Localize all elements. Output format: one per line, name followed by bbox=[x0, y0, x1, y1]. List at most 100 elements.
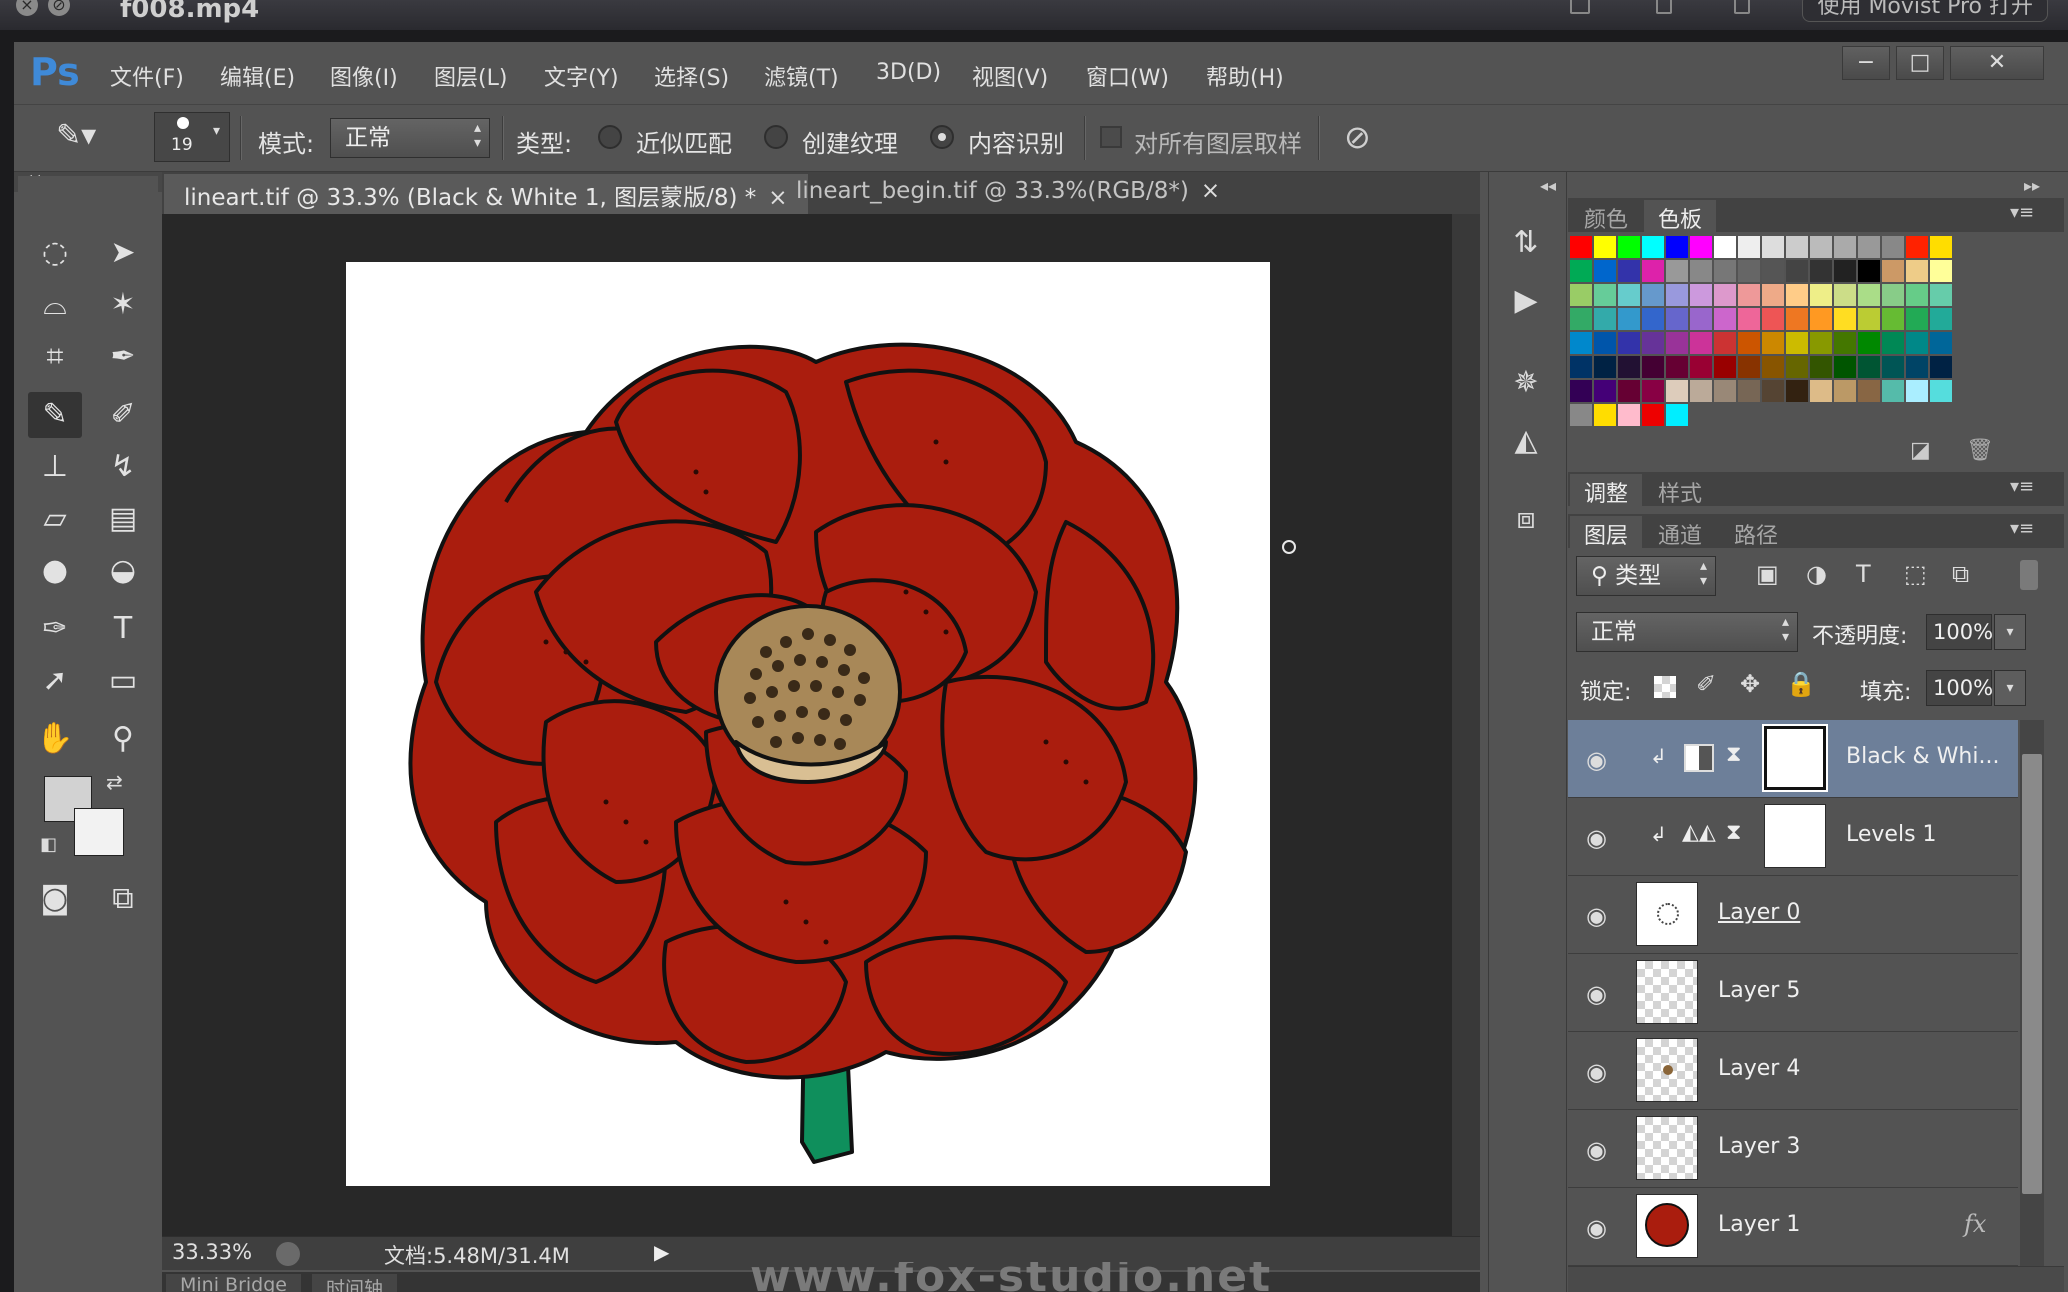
document-canvas[interactable] bbox=[346, 262, 1270, 1186]
rectangle-tool-icon[interactable]: ▭ bbox=[96, 658, 150, 704]
color-swatch[interactable] bbox=[1810, 356, 1832, 378]
pen-tool-icon[interactable]: ✑ bbox=[28, 606, 82, 652]
color-swatch[interactable] bbox=[1834, 332, 1856, 354]
color-swatch[interactable] bbox=[1738, 260, 1760, 282]
layer-row-layer-3[interactable]: ◉ Layer 3 bbox=[1568, 1110, 2018, 1188]
radio-proximity[interactable] bbox=[598, 125, 622, 149]
color-swatch[interactable] bbox=[1906, 356, 1928, 378]
sample-all-checkbox[interactable] bbox=[1100, 126, 1122, 148]
color-swatch[interactable] bbox=[1666, 380, 1688, 402]
trash-icon[interactable]: 🗑 bbox=[1966, 438, 1994, 463]
color-swatch[interactable] bbox=[1906, 308, 1928, 330]
color-swatch[interactable] bbox=[1834, 356, 1856, 378]
color-swatch[interactable] bbox=[1786, 356, 1808, 378]
layer-mask-thumbnail[interactable] bbox=[1764, 804, 1826, 868]
color-swatch[interactable] bbox=[1858, 284, 1880, 306]
brush-picker[interactable]: 19 ▾ bbox=[154, 112, 230, 162]
color-swatch[interactable] bbox=[1642, 356, 1664, 378]
screen-mode-icon[interactable]: ⧉ bbox=[96, 876, 150, 922]
color-swatch[interactable] bbox=[1882, 332, 1904, 354]
color-swatch[interactable] bbox=[1642, 284, 1664, 306]
clone-stamp-icon[interactable]: ⊥ bbox=[28, 444, 82, 490]
menu-filter[interactable]: 滤镜(T) bbox=[764, 60, 839, 92]
color-swatch[interactable] bbox=[1930, 380, 1952, 402]
blend-mode-select[interactable]: 正常 ▴ ▾ bbox=[1576, 612, 1798, 652]
color-swatch[interactable] bbox=[1834, 236, 1856, 258]
color-swatch[interactable] bbox=[1594, 308, 1616, 330]
color-swatch[interactable] bbox=[1690, 332, 1712, 354]
color-swatch[interactable] bbox=[1810, 332, 1832, 354]
layer-thumbnail[interactable] bbox=[1636, 1116, 1698, 1180]
panel-menu-icon[interactable]: ▾≡ bbox=[2010, 518, 2034, 539]
tab-lineart-begin[interactable]: lineart_begin.tif @ 33.3%(RGB/8*) × bbox=[776, 174, 1240, 214]
color-swatch[interactable] bbox=[1906, 380, 1928, 402]
layer-mask-thumbnail[interactable] bbox=[1762, 724, 1828, 792]
color-swatch[interactable] bbox=[1930, 284, 1952, 306]
menu-window[interactable]: 窗口(W) bbox=[1086, 60, 1169, 92]
opacity-input[interactable]: 100% bbox=[1926, 614, 1993, 650]
color-swatch[interactable] bbox=[1594, 380, 1616, 402]
color-swatch[interactable] bbox=[1642, 404, 1664, 426]
color-swatch[interactable] bbox=[1738, 332, 1760, 354]
color-swatch[interactable] bbox=[1858, 356, 1880, 378]
histogram-panel-icon[interactable]: ◭ bbox=[1496, 416, 1556, 466]
color-swatch[interactable] bbox=[1642, 380, 1664, 402]
color-swatch[interactable] bbox=[1690, 260, 1712, 282]
color-swatch[interactable] bbox=[1882, 380, 1904, 402]
hand-tool-icon[interactable]: ✋ bbox=[28, 716, 82, 762]
color-swatch[interactable] bbox=[1930, 332, 1952, 354]
tab-swatches[interactable]: 色板 bbox=[1644, 200, 1717, 233]
status-arrow-icon[interactable]: ▶ bbox=[654, 1240, 669, 1264]
tab-channels[interactable]: 通道 bbox=[1644, 516, 1716, 549]
color-swatch[interactable] bbox=[1738, 380, 1760, 402]
color-swatch[interactable] bbox=[1858, 260, 1880, 282]
radio-content-aware[interactable] bbox=[930, 125, 954, 149]
menu-image[interactable]: 图像(I) bbox=[330, 60, 398, 92]
color-swatch[interactable] bbox=[1666, 356, 1688, 378]
new-swatch-icon[interactable]: ◪ bbox=[1910, 438, 1931, 463]
pip-icon[interactable] bbox=[1734, 0, 1750, 14]
layer-name[interactable]: Black & Whi... bbox=[1846, 744, 1999, 769]
link-icon[interactable]: ⧗ bbox=[1726, 742, 1741, 767]
filter-toggle[interactable] bbox=[2020, 560, 2038, 590]
lock-transparent-icon[interactable] bbox=[1654, 676, 1676, 698]
color-swatch[interactable] bbox=[1762, 260, 1784, 282]
zoom-level[interactable]: 33.33% bbox=[172, 1240, 252, 1264]
color-swatch[interactable] bbox=[1618, 404, 1640, 426]
swap-colors-icon[interactable]: ⇄ bbox=[106, 770, 123, 794]
menu-type[interactable]: 文字(Y) bbox=[544, 60, 619, 92]
color-swatch[interactable] bbox=[1570, 236, 1592, 258]
brush-tool-icon[interactable]: ✐ bbox=[96, 392, 150, 438]
layer-row-layer-0[interactable]: ◉ Layer 0 bbox=[1568, 876, 2018, 954]
menu-layer[interactable]: 图层(L) bbox=[434, 60, 507, 92]
layer-row-layer-4[interactable]: ◉ Layer 4 bbox=[1568, 1032, 2018, 1110]
color-swatch[interactable] bbox=[1594, 332, 1616, 354]
gradient-tool-icon[interactable]: ▤ bbox=[96, 496, 150, 542]
filter-pixel-icon[interactable]: ▣ bbox=[1756, 560, 1779, 588]
airplay-icon[interactable] bbox=[1570, 0, 1590, 14]
navigator-panel-icon[interactable]: ✵ bbox=[1496, 358, 1556, 408]
lasso-tool-icon[interactable]: ⌓ bbox=[28, 282, 82, 328]
color-swatch[interactable] bbox=[1714, 308, 1736, 330]
quick-mask-icon[interactable]: ◙ bbox=[28, 876, 82, 922]
status-options-icon[interactable] bbox=[276, 1242, 300, 1266]
color-swatch[interactable] bbox=[1618, 260, 1640, 282]
color-swatch[interactable] bbox=[1810, 284, 1832, 306]
color-swatch[interactable] bbox=[1714, 356, 1736, 378]
filter-type-icon[interactable]: T bbox=[1856, 560, 1871, 588]
color-swatch[interactable] bbox=[1618, 356, 1640, 378]
eye-icon[interactable]: ◉ bbox=[1586, 980, 1607, 1008]
healing-brush-preset-icon[interactable]: ✎▾ bbox=[56, 118, 96, 153]
color-swatch[interactable] bbox=[1666, 404, 1688, 426]
color-swatch[interactable] bbox=[1738, 308, 1760, 330]
color-swatch[interactable] bbox=[1570, 404, 1592, 426]
color-swatch[interactable] bbox=[1714, 284, 1736, 306]
layer-name[interactable]: Layer 1 bbox=[1718, 1212, 1800, 1237]
minimize-button[interactable]: − bbox=[1842, 46, 1890, 80]
open-with-button[interactable]: 使用 Movist Pro 打开 bbox=[1802, 0, 2048, 22]
dodge-tool-icon[interactable]: ◒ bbox=[96, 548, 150, 594]
history-brush-icon[interactable]: ↯ bbox=[96, 444, 150, 490]
color-swatch[interactable] bbox=[1810, 380, 1832, 402]
tab-styles[interactable]: 样式 bbox=[1644, 474, 1716, 507]
color-swatch[interactable] bbox=[1882, 308, 1904, 330]
